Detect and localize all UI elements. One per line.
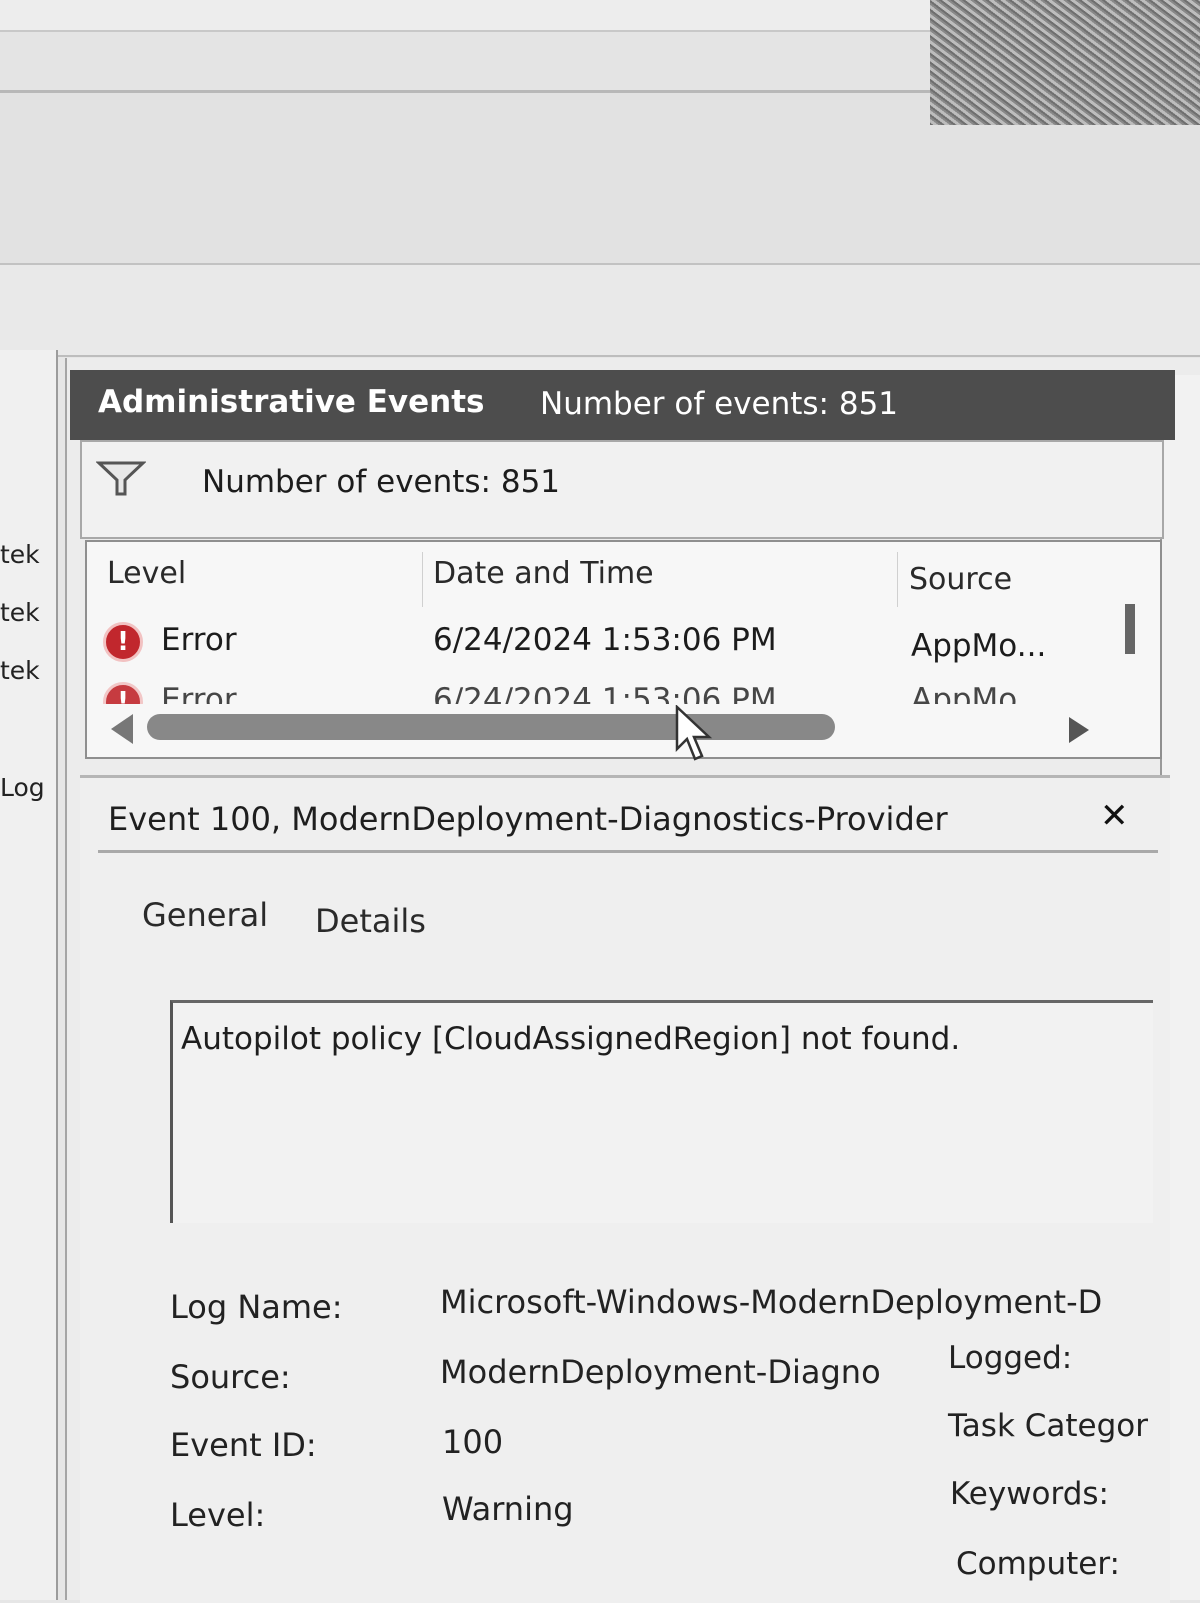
prop-value-level: Warning: [442, 1490, 574, 1528]
divider: [98, 850, 1158, 853]
background-band: [0, 32, 930, 93]
error-icon: !: [103, 682, 143, 704]
filter-icon[interactable]: [96, 460, 146, 498]
prop-label-task-category: Task Categor: [948, 1408, 1149, 1444]
column-separator[interactable]: [897, 552, 898, 607]
view-header: Administrative Events Number of events: …: [70, 370, 1175, 440]
scroll-left-arrow-icon[interactable]: [111, 714, 133, 744]
tab-general[interactable]: General: [142, 896, 268, 934]
table-row[interactable]: ! Error 6/24/2024 1:53:06 PM AppMo...: [87, 682, 1160, 704]
view-title: Administrative Events: [98, 384, 485, 420]
scroll-right-arrow-icon[interactable]: [1069, 717, 1089, 743]
prop-value-source: ModernDeployment-Diagno: [440, 1353, 881, 1391]
prop-label-log-name: Log Name:: [170, 1288, 343, 1326]
prop-value-event-id: 100: [442, 1423, 504, 1461]
prop-value-log-name: Microsoft-Windows-ModernDeployment-D: [440, 1283, 1103, 1321]
column-header-level[interactable]: Level: [107, 556, 186, 591]
row-source: AppMo...: [911, 628, 1047, 664]
row-datetime: 6/24/2024 1:53:06 PM: [433, 622, 777, 658]
prop-label-level: Level:: [170, 1496, 266, 1534]
prop-label-computer: Computer:: [956, 1546, 1121, 1582]
close-icon[interactable]: ✕: [1100, 796, 1129, 836]
filter-bar: Number of events: 851: [80, 440, 1164, 539]
row-source: AppMo...: [911, 682, 1047, 704]
prop-label-keywords: Keywords:: [950, 1476, 1109, 1512]
tree-item[interactable]: tek: [0, 656, 40, 685]
row-level: Error: [161, 622, 237, 658]
tree-item[interactable]: tek: [0, 540, 40, 569]
desktop-texture: [930, 0, 1200, 125]
tree-item-log[interactable]: Log: [0, 773, 45, 802]
row-level: Error: [161, 682, 237, 704]
filter-event-count: Number of events: 851: [202, 464, 561, 500]
column-separator[interactable]: [422, 552, 423, 607]
prop-label-event-id: Event ID:: [170, 1426, 317, 1464]
tree-item[interactable]: tek: [0, 598, 40, 627]
row-datetime: 6/24/2024 1:53:06 PM: [433, 682, 777, 704]
event-message: Autopilot policy [CloudAssignedRegion] n…: [181, 1021, 961, 1057]
horizontal-scrollbar-thumb[interactable]: [147, 714, 835, 740]
background-band: [0, 265, 1200, 357]
event-title: Event 100, ModernDeployment-Diagnostics-…: [108, 800, 948, 838]
column-header-date[interactable]: Date and Time: [433, 556, 654, 591]
mouse-cursor-icon: [675, 705, 713, 761]
prop-label-source: Source:: [170, 1358, 291, 1396]
column-header-source[interactable]: Source: [909, 562, 1012, 597]
navigation-tree: [0, 350, 58, 1600]
prop-label-logged: Logged:: [948, 1340, 1073, 1376]
vertical-scrollbar-thumb[interactable]: [1125, 604, 1135, 654]
event-message-box[interactable]: Autopilot policy [CloudAssignedRegion] n…: [170, 1000, 1153, 1223]
background-band: [0, 0, 930, 32]
error-icon: !: [103, 622, 143, 662]
tab-details[interactable]: Details: [315, 902, 426, 940]
event-details-pane: Event 100, ModernDeployment-Diagnostics-…: [80, 775, 1170, 1603]
event-list[interactable]: Level Date and Time Source ! Error 6/24/…: [85, 540, 1162, 759]
event-count: Number of events: 851: [540, 386, 899, 422]
